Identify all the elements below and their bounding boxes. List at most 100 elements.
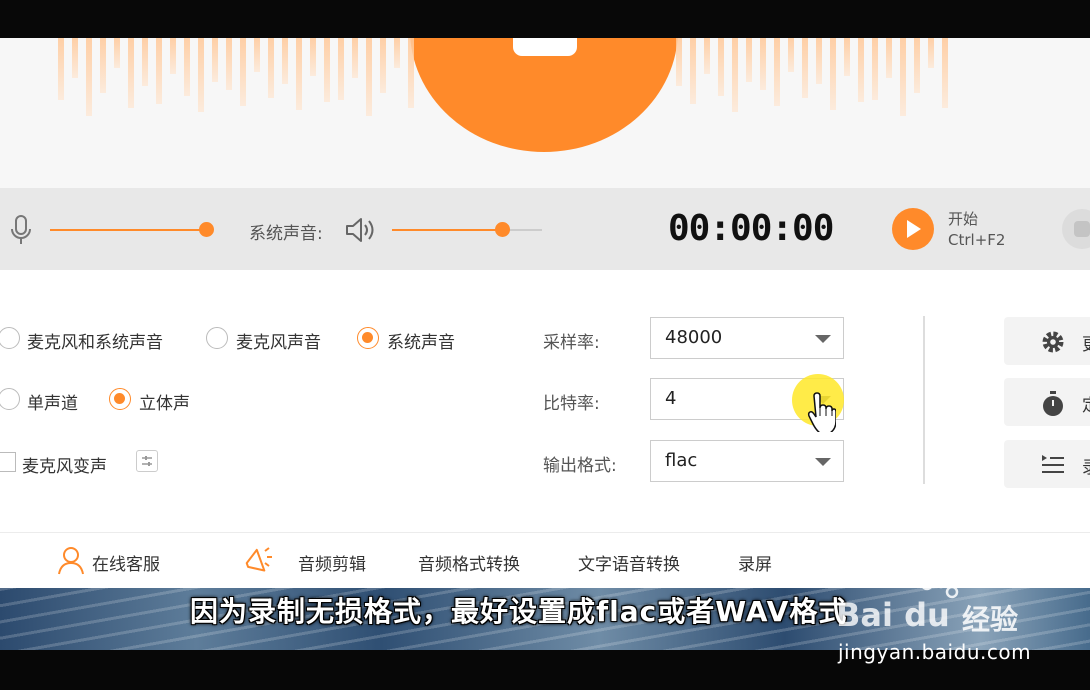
timer-record-button[interactable]: 定 xyxy=(1004,378,1090,426)
waveform-bar xyxy=(858,38,864,102)
start-label[interactable]: 开始 xyxy=(948,208,978,229)
bit-rate-value: 4 xyxy=(665,388,677,409)
waveform-bar xyxy=(830,38,836,110)
mic-volume-thumb[interactable] xyxy=(199,222,214,237)
waveform-bar xyxy=(212,38,218,82)
waveform-bar xyxy=(872,38,878,100)
more-settings-label: 更 xyxy=(1082,330,1090,355)
nav-audio-edit[interactable]: 音频剪辑 xyxy=(298,550,366,575)
bit-rate-label: 比特率: xyxy=(543,394,600,414)
waveform-bar xyxy=(408,38,414,108)
gear-icon xyxy=(1042,331,1064,353)
waveform-bar xyxy=(352,38,358,78)
waveform-bar xyxy=(886,38,892,78)
waveform-bar xyxy=(802,38,808,98)
sliders-icon xyxy=(142,456,152,466)
timer-record-label: 定 xyxy=(1082,391,1090,416)
waveform-bar xyxy=(114,38,120,68)
waveform-bar xyxy=(142,38,148,86)
voice-changer-label[interactable]: 麦克风变声 xyxy=(22,452,107,477)
panel-divider xyxy=(923,316,925,484)
sample-rate-select[interactable]: 48000 xyxy=(650,317,844,359)
option-stereo[interactable]: 立体声 xyxy=(139,389,190,414)
waveform-bar xyxy=(690,38,696,104)
option-mic[interactable]: 麦克风声音 xyxy=(236,328,321,353)
record-list-button[interactable]: 录 xyxy=(1004,440,1090,488)
nav-online-support[interactable]: 在线客服 xyxy=(92,550,160,575)
waveform-bar xyxy=(366,38,372,116)
waveform-bar xyxy=(86,38,92,116)
waveform-bar xyxy=(170,38,176,74)
speaker-icon[interactable] xyxy=(344,216,376,244)
waveform-bar xyxy=(338,38,344,100)
waveform-bar xyxy=(296,38,302,110)
waveform-bar xyxy=(156,38,162,104)
stopwatch-icon xyxy=(1043,391,1063,416)
waveform-bar xyxy=(746,38,752,82)
start-record-button[interactable] xyxy=(892,208,934,250)
record-list-label: 录 xyxy=(1082,453,1090,478)
megaphone-icon[interactable] xyxy=(243,545,273,573)
voice-changer-settings-button[interactable] xyxy=(136,450,158,472)
waveform-bar xyxy=(254,38,260,72)
hand-cursor-icon xyxy=(807,392,836,432)
option-mono[interactable]: 单声道 xyxy=(27,389,78,414)
watermark-cn: 经验 xyxy=(962,603,1019,636)
waveform-area xyxy=(0,38,1090,188)
customer-service-icon[interactable] xyxy=(56,545,86,575)
waveform-bar xyxy=(732,38,738,112)
video-letterbox-top xyxy=(0,0,1090,38)
waveform-bar xyxy=(58,38,64,100)
radio-system-sound[interactable] xyxy=(357,327,379,349)
waveform-bar xyxy=(268,38,274,98)
waveform-bar xyxy=(128,38,134,108)
waveform-bar xyxy=(718,38,724,96)
start-shortcut: Ctrl+F2 xyxy=(948,231,1006,249)
waveform-bar xyxy=(394,38,400,68)
waveform-bar xyxy=(100,38,106,93)
nav-text-to-speech[interactable]: 文字语音转换 xyxy=(578,550,680,575)
option-mic-and-system[interactable]: 麦克风和系统声音 xyxy=(27,328,163,353)
waveform-bar xyxy=(816,38,822,84)
waveform-bar xyxy=(324,38,330,102)
microphone-icon[interactable] xyxy=(8,214,34,246)
waveform-bar xyxy=(72,38,78,78)
sample-rate-value: 48000 xyxy=(665,327,723,348)
record-circle-slot xyxy=(513,38,577,56)
system-sound-label: 系统声音: xyxy=(249,224,323,244)
waveform-bar xyxy=(282,38,288,84)
nav-format-convert[interactable]: 音频格式转换 xyxy=(418,550,520,575)
watermark-brand: Bai du xyxy=(836,596,950,634)
waveform-bar xyxy=(774,38,780,106)
sample-rate-label: 采样率: xyxy=(543,333,600,353)
waveform-bar xyxy=(198,38,204,112)
waveform-bar xyxy=(914,38,920,93)
voice-changer-checkbox[interactable] xyxy=(0,452,16,472)
more-settings-button[interactable]: 更 xyxy=(1004,317,1090,365)
waveform-bar xyxy=(676,38,682,86)
output-format-select[interactable]: flac xyxy=(650,440,844,482)
waveform-bar xyxy=(788,38,794,72)
chevron-down-icon xyxy=(815,458,831,466)
waveform-bar xyxy=(380,38,386,93)
waveform-bar xyxy=(900,38,906,116)
waveform-bar xyxy=(310,38,316,76)
radio-stereo[interactable] xyxy=(109,388,131,410)
waveform-bar xyxy=(704,38,710,74)
waveform-bar xyxy=(844,38,850,76)
waveform-bar xyxy=(240,38,246,106)
option-system-sound[interactable]: 系统声音 xyxy=(387,328,455,353)
waveform-bar xyxy=(184,38,190,96)
watermark-url: jingyan.baidu.com xyxy=(838,640,1032,664)
video-subtitle: 因为录制无损格式，最好设置成flac或者WAV格式 xyxy=(190,595,848,628)
waveform-bar xyxy=(942,38,948,108)
radio-mic[interactable] xyxy=(206,327,228,349)
output-format-value: flac xyxy=(665,450,698,471)
system-volume-thumb[interactable] xyxy=(495,222,510,237)
chevron-down-icon xyxy=(815,335,831,343)
recording-timer: 00:00:00 xyxy=(668,208,834,249)
play-icon xyxy=(907,220,921,238)
nav-screen-record[interactable]: 录屏 xyxy=(738,550,772,575)
list-icon xyxy=(1042,455,1064,473)
waveform-bar xyxy=(928,38,934,68)
